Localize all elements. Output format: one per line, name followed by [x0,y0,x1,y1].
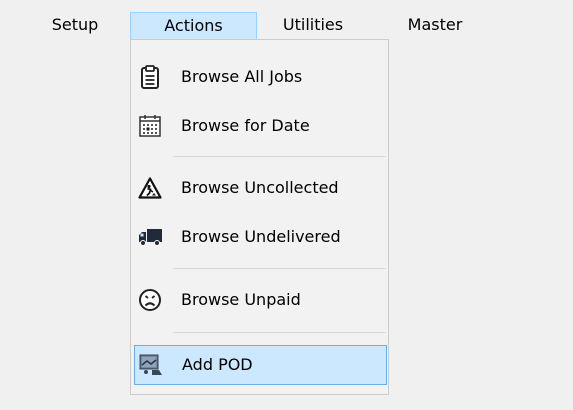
menu-actions[interactable]: Actions [130,12,257,40]
menu-item-browse-uncollected[interactable]: Browse Uncollected [131,168,388,208]
menu-item-label: Browse Uncollected [181,178,339,197]
menu-item-browse-undelivered[interactable]: Browse Undelivered [131,217,388,257]
menu-item-label: Browse Unpaid [181,290,301,309]
menu-item-browse-for-date[interactable]: Browse for Date [131,106,388,146]
app-window: Setup Actions Utilities Master Browse Al… [0,0,573,410]
sad-face-icon [136,286,164,314]
roadwork-warning-icon [136,174,164,202]
menu-item-label: Browse for Date [181,116,310,135]
menu-utilities[interactable]: Utilities [268,12,358,40]
menu-item-label: Browse Undelivered [181,227,341,246]
menu-separator [173,156,386,157]
menu-separator [173,332,386,333]
actions-dropdown-menu: Browse All Jobs Browse for Date Browse U… [130,39,389,395]
menu-bar: Setup Actions Utilities Master [0,0,573,40]
menu-separator [173,268,386,269]
menu-item-label: Browse All Jobs [181,67,303,86]
truck-icon [136,223,164,251]
menu-item-add-pod[interactable]: Add POD [134,345,387,385]
menu-item-label: Add POD [182,355,253,374]
calendar-icon [136,112,164,140]
menu-master[interactable]: Master [385,12,485,40]
menu-setup[interactable]: Setup [30,12,120,40]
clipboard-icon [136,63,164,91]
scan-document-icon [137,351,165,379]
menu-item-browse-unpaid[interactable]: Browse Unpaid [131,280,388,320]
menu-item-browse-all-jobs[interactable]: Browse All Jobs [131,57,388,97]
